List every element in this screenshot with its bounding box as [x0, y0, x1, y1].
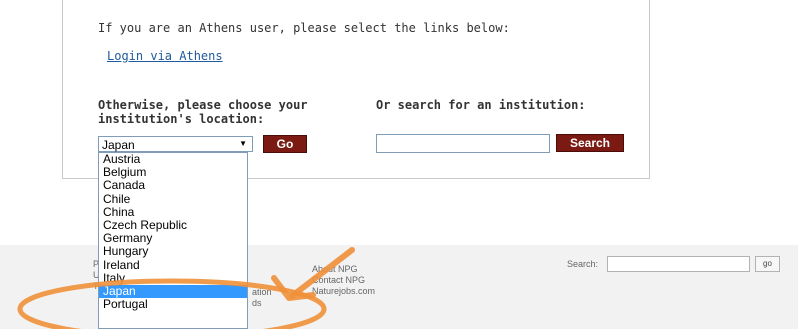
institution-search-heading: Or search for an institution: [376, 98, 586, 112]
location-dropdown-list[interactable]: Austria Belgium Canada Chile China Czech… [98, 152, 248, 329]
footer-contact-npg-link[interactable]: Contact NPG [312, 275, 375, 286]
location-select-value: Japan [102, 138, 135, 152]
footer-fragment[interactable]: ation [252, 287, 272, 298]
dropdown-option[interactable]: Ireland [99, 258, 247, 272]
go-button[interactable]: Go [263, 135, 307, 153]
dropdown-option[interactable]: Italy [99, 271, 247, 285]
dropdown-option[interactable]: Chile [99, 192, 247, 206]
footer-fragment[interactable]: ds [252, 298, 262, 309]
footer-go-button[interactable]: go [755, 256, 780, 272]
dropdown-option[interactable]: China [99, 205, 247, 219]
dropdown-option[interactable]: Hungary [99, 245, 247, 258]
footer-search-input[interactable] [607, 256, 750, 272]
athens-intro-text: If you are an Athens user, please select… [98, 21, 510, 35]
dropdown-arrow-icon: ▼ [239, 139, 247, 148]
footer-about-npg-link[interactable]: About NPG [312, 264, 375, 275]
location-heading: Otherwise, please choose your institutio… [98, 98, 308, 126]
institution-search-input[interactable] [376, 134, 550, 153]
highlight-arrow-head-icon [271, 275, 316, 301]
footer-naturejobs-link[interactable]: Naturejobs.com [312, 286, 375, 297]
location-select[interactable]: Japan ▼ [98, 136, 253, 152]
footer-col2: About NPG Contact NPG Naturejobs.com [312, 264, 375, 297]
dropdown-option[interactable]: Portugal [99, 297, 247, 311]
search-button[interactable]: Search [556, 134, 624, 152]
dropdown-option[interactable]: Canada [99, 179, 247, 192]
login-via-athens-link[interactable]: Login via Athens [107, 49, 223, 63]
footer-search-label: Search: [567, 259, 599, 269]
